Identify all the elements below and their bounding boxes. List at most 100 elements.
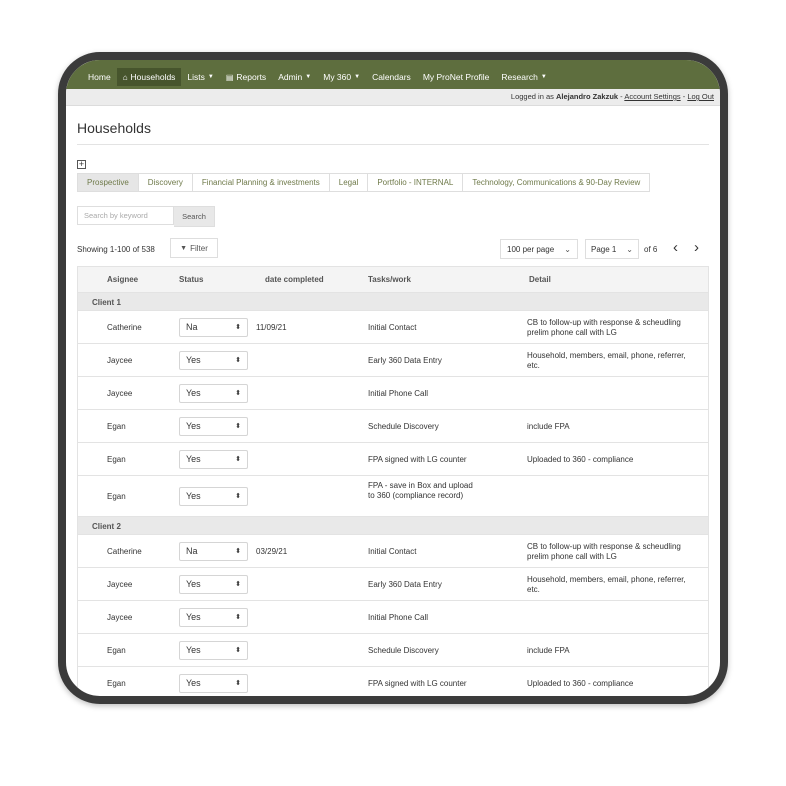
header-detail[interactable]: Detail — [529, 275, 551, 284]
home-icon: ⌂ — [122, 72, 128, 82]
title-divider — [77, 144, 709, 145]
task-cell: Initial Contact — [368, 322, 417, 332]
task-cell: Initial Phone Call — [368, 612, 429, 622]
tab-prospective[interactable]: Prospective — [78, 174, 139, 191]
nav-item-home[interactable]: Home — [82, 68, 117, 86]
logout-link[interactable]: Log Out — [687, 92, 714, 101]
date-completed-cell: 11/09/21 — [256, 322, 287, 332]
status-select[interactable]: Yes ⬍ — [179, 607, 248, 627]
assignee-cell: Jaycee — [107, 612, 133, 622]
nav-item-label: Calendars — [372, 72, 411, 82]
status-value: Na — [186, 546, 198, 556]
table-header: Asignee Status date completed Tasks/work… — [78, 267, 708, 293]
group-header: Client 1 — [78, 293, 708, 311]
task-cell: Early 360 Data Entry — [368, 355, 442, 365]
select-updown-icon: ⬍ — [235, 581, 241, 588]
status-select[interactable]: Yes ⬍ — [179, 640, 248, 660]
nav-item-reports[interactable]: ▤ Reports — [220, 68, 272, 86]
nav-item-research[interactable]: Research ▼ — [495, 68, 552, 86]
tab-legal[interactable]: Legal — [330, 174, 369, 191]
table-row: Jaycee Yes ⬍ Initial Phone Call — [78, 601, 708, 634]
table-row: Jaycee Yes ⬍ Early 360 Data Entry Household,… — [78, 344, 708, 377]
document-icon: ▤ — [225, 72, 234, 82]
assignee-cell: Egan — [107, 454, 126, 464]
per-page-value: 100 per page — [507, 244, 555, 254]
search-input[interactable] — [77, 206, 174, 225]
page-value: Page 1 — [591, 244, 617, 254]
nav-item-label: Admin — [278, 72, 303, 82]
status-value: Yes — [186, 579, 201, 589]
status-select[interactable]: Yes ⬍ — [179, 673, 248, 693]
nav-item-label: Lists — [187, 72, 205, 82]
status-select[interactable]: Yes ⬍ — [179, 350, 248, 370]
status-select[interactable]: Na ⬍ — [179, 317, 248, 337]
filter-icon: ▼ — [180, 244, 188, 252]
header-assignee[interactable]: Asignee — [107, 275, 138, 284]
task-cell: Schedule Discovery — [368, 421, 439, 431]
status-value: Yes — [186, 678, 201, 688]
account-settings-link[interactable]: Account Settings — [624, 92, 680, 101]
table-row: Egan Yes ⬍ FPA signed with LG counter Upload… — [78, 667, 708, 696]
nav-item-label: My ProNet Profile — [422, 72, 490, 82]
table-row: Catherine Na ⬍ 03/29/21 Initial Contact CB to… — [78, 535, 708, 568]
nav-item-label: My 360 — [323, 72, 352, 82]
search-bar: Search — [77, 206, 215, 227]
nav-item-label: Research — [501, 72, 538, 82]
table-row: Catherine Na ⬍ 11/09/21 Initial Contact CB to… — [78, 311, 708, 344]
task-cell: Initial Contact — [368, 546, 417, 556]
assignee-cell: Jaycee — [107, 355, 133, 365]
header-tasks[interactable]: Tasks/work — [368, 275, 411, 284]
caret-down-icon: ▼ — [354, 74, 361, 80]
table-row: Egan Yes ⬍ Schedule Discovery include FPA — [78, 410, 708, 443]
status-select[interactable]: Yes ⬍ — [179, 416, 248, 436]
nav-item-admin[interactable]: Admin ▼ — [272, 68, 317, 86]
status-select[interactable]: Yes ⬍ — [179, 486, 248, 506]
detail-cell: Uploaded to 360 - compliance — [527, 454, 634, 464]
results-count: Showing 1-100 of 538 — [77, 245, 155, 254]
tab-discovery[interactable]: Discovery — [139, 174, 193, 191]
next-page-chevron-icon[interactable]: › — [694, 240, 699, 255]
assignee-cell: Jaycee — [107, 579, 133, 589]
detail-cell: CB to follow-up with response & scheudli… — [527, 317, 681, 337]
previous-page-chevron-icon[interactable]: ‹ — [673, 240, 678, 255]
detail-cell: Uploaded to 360 - compliance — [527, 678, 634, 688]
table-row: Egan Yes ⬍ Schedule Discovery include FPA — [78, 634, 708, 667]
detail-cell: include FPA — [527, 645, 570, 655]
status-value: Yes — [186, 421, 201, 431]
expand-plus-icon[interactable]: + — [77, 160, 86, 169]
select-updown-icon: ⬍ — [235, 357, 241, 364]
filter-button[interactable]: ▼ Filter — [170, 238, 218, 258]
page-select[interactable]: Page 1 ⌄ — [585, 239, 639, 259]
header-date-completed[interactable]: date completed — [265, 275, 324, 284]
status-value: Na — [186, 322, 198, 332]
header-status[interactable]: Status — [179, 275, 203, 284]
nav-item-households[interactable]: ⌂ Households — [116, 68, 182, 86]
tab-technology-communications-90-day-review[interactable]: Technology, Communications & 90-Day Revi… — [463, 174, 649, 191]
tab-portfolio-internal[interactable]: Portfolio - INTERNAL — [368, 174, 464, 191]
status-value: Yes — [186, 355, 201, 365]
tab-financial-planning-investments[interactable]: Financial Planning & investments — [193, 174, 330, 191]
assignee-cell: Egan — [107, 491, 126, 501]
select-updown-icon: ⬍ — [235, 456, 241, 463]
nav-item-my-pronet-profile[interactable]: My ProNet Profile — [417, 68, 496, 86]
status-value: Yes — [186, 454, 201, 464]
status-select[interactable]: Na ⬍ — [179, 541, 248, 561]
select-updown-icon: ⬍ — [235, 423, 241, 430]
status-select[interactable]: Yes ⬍ — [179, 449, 248, 469]
status-value: Yes — [186, 491, 201, 501]
group-header: Client 2 — [78, 517, 708, 535]
filter-label: Filter — [190, 243, 208, 253]
select-updown-icon: ⬍ — [235, 324, 241, 331]
per-page-select[interactable]: 100 per page ⌄ — [500, 239, 578, 259]
select-updown-icon: ⬍ — [235, 493, 241, 500]
chevron-down-icon: ⌄ — [626, 244, 633, 254]
search-button[interactable]: Search — [174, 206, 215, 227]
detail-cell: Household, members, email, phone, referr… — [527, 574, 686, 594]
nav-item-lists[interactable]: Lists ▼ — [181, 68, 219, 86]
status-select[interactable]: Yes ⬍ — [179, 574, 248, 594]
nav-item-my-360[interactable]: My 360 ▼ — [317, 68, 366, 86]
status-select[interactable]: Yes ⬍ — [179, 383, 248, 403]
table-row: Egan Yes ⬍ FPA signed with LG counter Upload… — [78, 443, 708, 476]
nav-item-calendars[interactable]: Calendars — [366, 68, 417, 86]
detail-cell: CB to follow-up with response & scheudli… — [527, 541, 681, 561]
